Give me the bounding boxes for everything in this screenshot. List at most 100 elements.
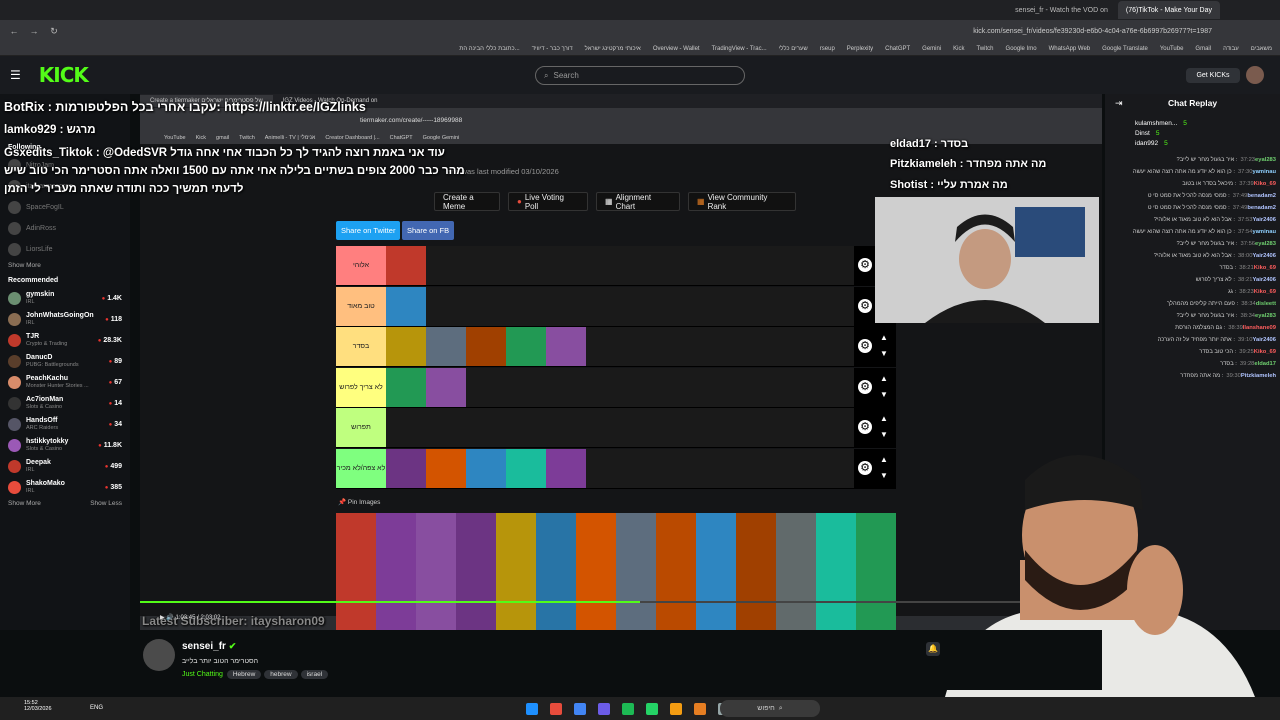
tier-label[interactable]: לא צפה/לא מכיר — [336, 448, 386, 488]
alignment-chart-button[interactable]: ▦ Alignment Chart — [596, 192, 680, 211]
taskbar-app-icon[interactable] — [694, 702, 706, 715]
chat-username[interactable]: Kiko_69 — [1254, 289, 1276, 295]
pool-image[interactable] — [416, 552, 456, 591]
bookmark-item[interactable]: כתובת כללי הבינה הת... — [459, 46, 520, 52]
forward-icon[interactable]: → — [28, 25, 40, 37]
streamer-avatar[interactable] — [143, 639, 175, 671]
browser-tab-tiktok[interactable]: (76)TikTok - Make Your Day — [1117, 1, 1220, 19]
bookmark-item[interactable]: WhatsApp Web — [1049, 46, 1091, 52]
pool-image[interactable] — [456, 591, 496, 630]
share-twitter-button[interactable]: Share on Twitter — [336, 221, 401, 240]
recommended-item[interactable]: gymskinIRL 1.4K — [0, 288, 130, 309]
tag[interactable]: Hebrew — [226, 670, 262, 679]
pool-image[interactable] — [776, 591, 816, 630]
recommended-item[interactable]: PeachKachuMonster Hunter Stories ... 67 — [0, 372, 130, 393]
pool-image[interactable] — [576, 591, 616, 630]
bookmark-item[interactable]: Perplexity — [847, 46, 873, 52]
recommended-item[interactable]: DanucDPUBG: Battlegrounds 89 — [0, 351, 130, 372]
taskbar-app-icon[interactable] — [622, 702, 634, 715]
pool-image[interactable] — [496, 513, 536, 552]
bookmark-item[interactable]: TradingView - Trac... — [712, 46, 767, 52]
bookmark-item[interactable]: YouTube — [1160, 46, 1184, 52]
pool-image[interactable] — [496, 552, 536, 591]
bookmark-item[interactable]: Kick — [953, 46, 964, 52]
show-less-button[interactable]: Show Less — [90, 500, 122, 507]
pool-image[interactable] — [736, 591, 776, 630]
pool-image[interactable] — [496, 591, 536, 630]
chevron-down-icon[interactable]: ▼ — [880, 430, 888, 439]
chat-username[interactable]: Yair2406 — [1252, 253, 1276, 259]
chat-username[interactable]: yaminau — [1252, 229, 1276, 235]
tier-item-image[interactable] — [386, 327, 426, 366]
recommended-item[interactable]: JohnWhatsGoingOnIRL 118 — [0, 309, 130, 330]
chat-username[interactable]: eyal283 — [1255, 313, 1276, 319]
taskbar-app-icon[interactable] — [646, 702, 658, 715]
play-icon[interactable]: ▶ — [160, 615, 165, 621]
tier-label[interactable]: טוב מאוד — [336, 286, 386, 326]
gear-icon[interactable]: ⚙ — [858, 298, 872, 313]
chat-username[interactable]: Kiko_69 — [1254, 349, 1276, 355]
chat-username[interactable]: eyal283 — [1255, 241, 1276, 247]
pool-image[interactable] — [456, 513, 496, 552]
gear-icon[interactable]: ⚙ — [858, 420, 872, 434]
view-community-rank-button[interactable]: ▦ View Community Rank — [688, 192, 796, 211]
tier-item-image[interactable] — [466, 448, 506, 488]
live-voting-poll-button[interactable]: ● Live Voting Poll — [508, 192, 588, 211]
taskbar-search[interactable]: חיפוש ⌕ — [720, 700, 820, 717]
recommended-item[interactable]: DeepakIRL 499 — [0, 456, 130, 477]
pool-image[interactable] — [776, 552, 816, 591]
recommended-item[interactable]: HandsOffARC Raiders 34 — [0, 414, 130, 435]
tier-item-image[interactable] — [466, 327, 506, 366]
bookmark-item[interactable]: Google Imo — [1006, 46, 1037, 52]
gear-icon[interactable]: ⚙ — [858, 258, 872, 272]
bookmark-item[interactable]: משאבים — [1251, 46, 1272, 52]
tier-label[interactable]: תפרוש — [336, 408, 386, 447]
bookmark-item[interactable]: Gemini — [922, 46, 941, 52]
bookmark-item[interactable]: דורך כבר - דיוויד — [532, 46, 573, 52]
tier-item-image[interactable] — [386, 448, 426, 488]
create-meme-button[interactable]: Create a Meme — [434, 192, 500, 211]
menu-icon[interactable]: ☰ — [10, 68, 21, 82]
share-fb-button[interactable]: Share on FB — [402, 221, 455, 240]
taskbar-app-icon[interactable] — [550, 702, 562, 715]
volume-icon[interactable]: 🔊 — [166, 615, 173, 621]
bookmark-item[interactable]: Overview - Wallet — [653, 46, 700, 52]
pool-image[interactable] — [816, 591, 856, 630]
chat-username[interactable]: Kiko_69 — [1254, 265, 1276, 271]
recommended-item[interactable]: TJRCrypto & Trading 28.3K — [0, 330, 130, 351]
chevron-up-icon[interactable]: ▲ — [880, 374, 888, 383]
chat-username[interactable]: yaminau — [1252, 169, 1276, 175]
recommended-item[interactable]: ShakoMakoIRL 385 — [0, 477, 130, 498]
pool-image[interactable] — [336, 591, 376, 630]
bookmark-item[interactable]: Twitch — [977, 46, 994, 52]
tier-item-image[interactable] — [426, 327, 466, 366]
tier-label[interactable]: לא צריך לפרוש — [336, 367, 386, 407]
tier-label[interactable]: אלוהי — [336, 246, 386, 285]
category-link[interactable]: Just Chatting — [182, 671, 223, 678]
pool-image[interactable] — [616, 552, 656, 591]
following-item[interactable]: AdinRoss — [0, 218, 130, 239]
chat-username[interactable]: disleett — [1256, 301, 1276, 307]
tier-item-image[interactable] — [426, 367, 466, 407]
tier-item-image[interactable] — [546, 327, 586, 366]
pool-image[interactable] — [616, 513, 656, 552]
show-more-following[interactable]: Show More — [0, 260, 130, 271]
streamer-name[interactable]: sensei_fr ✔ — [182, 641, 236, 652]
pool-image[interactable] — [456, 552, 496, 591]
bookmark-item[interactable]: שערים כללי — [779, 46, 808, 52]
user-avatar[interactable] — [1246, 66, 1264, 84]
gear-icon[interactable]: ⚙ — [858, 460, 872, 475]
pool-image[interactable] — [696, 513, 736, 552]
pool-image[interactable] — [336, 513, 376, 552]
kick-logo[interactable]: KICK — [39, 63, 89, 87]
show-more-button[interactable]: Show More — [8, 500, 41, 507]
recommended-item[interactable]: Ac7ionManSlots & Casino 14 — [0, 393, 130, 414]
taskbar-app-icon[interactable] — [574, 702, 586, 715]
pool-image[interactable] — [616, 591, 656, 630]
pool-image[interactable] — [376, 513, 416, 552]
chat-username[interactable]: Ilanshane09 — [1243, 325, 1276, 331]
pool-image[interactable] — [416, 513, 456, 552]
pool-image[interactable] — [656, 513, 696, 552]
taskbar-app-icon[interactable] — [598, 702, 610, 715]
chat-username[interactable]: Yair2406 — [1252, 277, 1276, 283]
